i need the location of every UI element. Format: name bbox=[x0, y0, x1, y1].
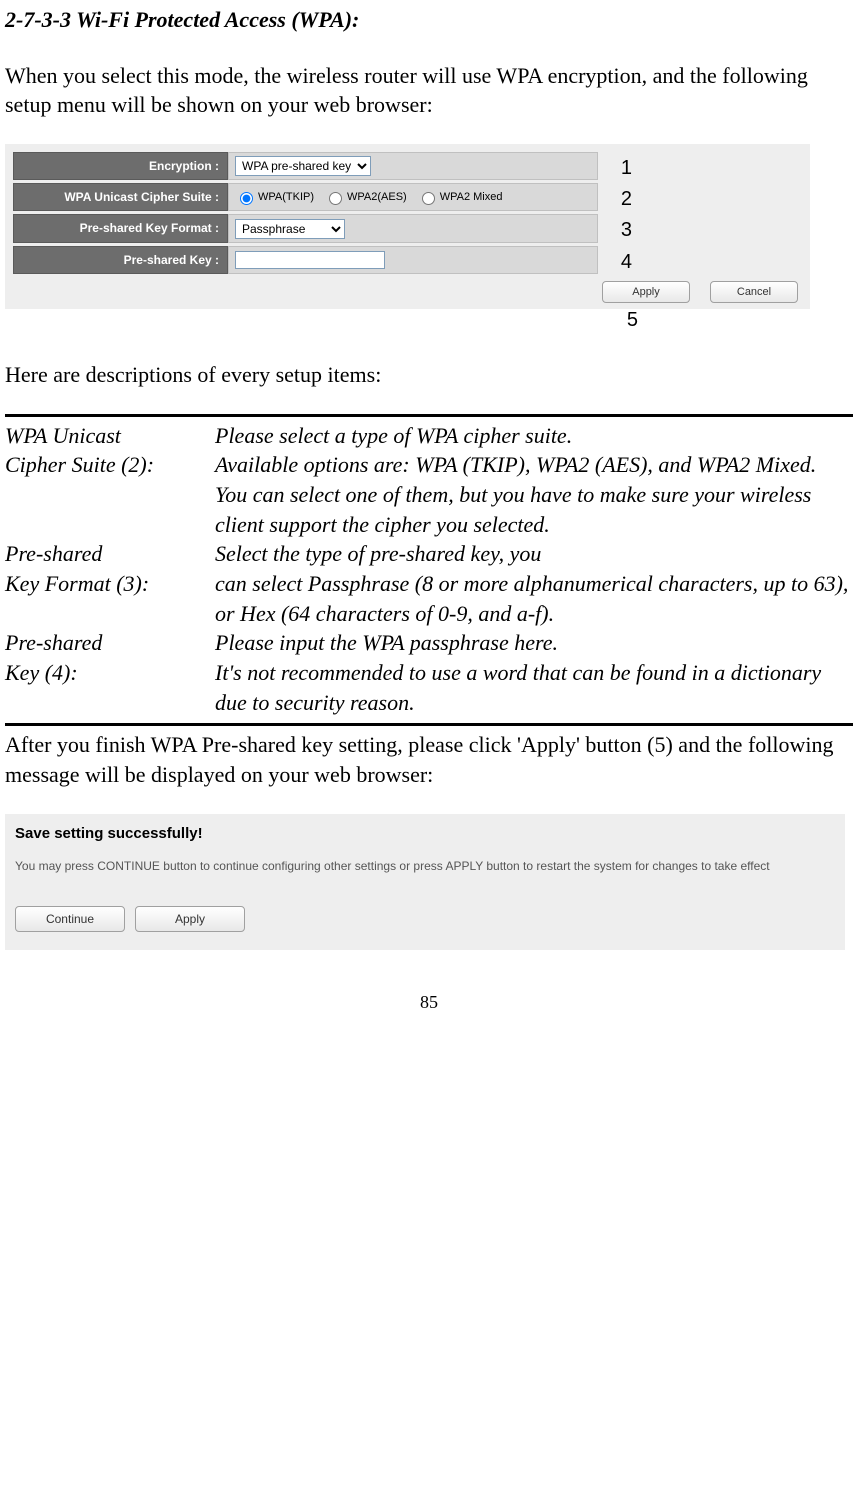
key-format-select[interactable]: Passphrase bbox=[235, 219, 345, 239]
save-button-row: Continue Apply bbox=[15, 906, 835, 932]
config-row-key-format: Pre-shared Key Format : Passphrase 3 bbox=[13, 214, 802, 242]
desc-right: Please input the WPA passphrase here. bbox=[215, 630, 558, 655]
apply-button[interactable]: Apply bbox=[602, 281, 690, 303]
table-row: Key (4): It's not recommended to use a w… bbox=[5, 658, 853, 717]
desc-right: It's not recommended to use a word that … bbox=[215, 660, 821, 715]
annot-2: 2 bbox=[621, 186, 632, 213]
save-success-panel: Save setting successfully! You may press… bbox=[5, 814, 845, 950]
table-row: Pre-shared Please input the WPA passphra… bbox=[5, 628, 853, 658]
section-title: 2-7-3-3 Wi-Fi Protected Access (WPA): bbox=[5, 5, 853, 35]
annot-4: 4 bbox=[621, 249, 632, 276]
table-row: Cipher Suite (2): Available options are:… bbox=[5, 450, 853, 539]
desc-left: WPA Unicast bbox=[5, 423, 121, 448]
wpa-config-panel: Encryption : WPA pre-shared key 1 WPA Un… bbox=[5, 144, 810, 309]
desc-right: Available options are: WPA (TKIP), WPA2 … bbox=[215, 452, 816, 536]
value-encryption: WPA pre-shared key bbox=[228, 152, 598, 180]
desc-right: can select Passphrase (8 or more alphanu… bbox=[215, 571, 848, 626]
radio-label-mixed: WPA2 Mixed bbox=[440, 190, 503, 205]
desc-left: Key Format (3): bbox=[5, 571, 149, 596]
desc-right: Please select a type of WPA cipher suite… bbox=[215, 423, 572, 448]
table-row: Pre-shared Select the type of pre-shared… bbox=[5, 539, 853, 569]
value-key-format: Passphrase bbox=[228, 214, 598, 242]
description-table: WPA Unicast Please select a type of WPA … bbox=[5, 421, 853, 718]
label-key: Pre-shared Key : bbox=[13, 246, 228, 274]
table-row: WPA Unicast Please select a type of WPA … bbox=[5, 421, 853, 451]
preshared-key-input[interactable] bbox=[235, 251, 385, 269]
desc-left: Pre-shared bbox=[5, 630, 102, 655]
rule-bottom bbox=[5, 723, 853, 726]
encryption-select[interactable]: WPA pre-shared key bbox=[235, 156, 371, 176]
radio-wpa2-mixed[interactable]: WPA2 Mixed bbox=[417, 189, 503, 205]
label-cipher: WPA Unicast Cipher Suite : bbox=[13, 183, 228, 211]
save-title: Save setting successfully! bbox=[15, 824, 835, 844]
config-row-key: Pre-shared Key : 4 bbox=[13, 246, 802, 274]
mid-paragraph: Here are descriptions of every setup ite… bbox=[5, 360, 853, 390]
annot-5: 5 bbox=[5, 307, 810, 334]
save-message: You may press CONTINUE button to continu… bbox=[15, 858, 835, 874]
desc-left: Pre-shared bbox=[5, 541, 102, 566]
label-encryption: Encryption : bbox=[13, 152, 228, 180]
continue-button[interactable]: Continue bbox=[15, 906, 125, 932]
radio-label-aes: WPA2(AES) bbox=[347, 190, 407, 205]
after-paragraph: After you finish WPA Pre-shared key sett… bbox=[5, 730, 853, 789]
intro-paragraph: When you select this mode, the wireless … bbox=[5, 61, 853, 120]
cancel-button[interactable]: Cancel bbox=[710, 281, 798, 303]
config-row-encryption: Encryption : WPA pre-shared key 1 bbox=[13, 152, 802, 180]
desc-left: Cipher Suite (2): bbox=[5, 452, 154, 477]
page-number: 85 bbox=[5, 990, 853, 1014]
label-key-format: Pre-shared Key Format : bbox=[13, 214, 228, 242]
radio-input-tkip[interactable] bbox=[240, 192, 253, 205]
desc-left: Key (4): bbox=[5, 660, 78, 685]
config-row-cipher: WPA Unicast Cipher Suite : WPA(TKIP) WPA… bbox=[13, 183, 802, 211]
config-button-row: Apply Cancel bbox=[13, 277, 802, 303]
table-row: Key Format (3): can select Passphrase (8… bbox=[5, 569, 853, 628]
radio-input-aes[interactable] bbox=[329, 192, 342, 205]
annot-1: 1 bbox=[621, 155, 632, 182]
value-key bbox=[228, 246, 598, 274]
radio-wpa-tkip[interactable]: WPA(TKIP) bbox=[235, 189, 314, 205]
radio-label-tkip: WPA(TKIP) bbox=[258, 190, 314, 205]
apply-button-2[interactable]: Apply bbox=[135, 906, 245, 932]
rule-top bbox=[5, 414, 853, 417]
radio-input-mixed[interactable] bbox=[422, 192, 435, 205]
value-cipher: WPA(TKIP) WPA2(AES) WPA2 Mixed bbox=[228, 183, 598, 211]
annot-3: 3 bbox=[621, 217, 632, 244]
radio-wpa2-aes[interactable]: WPA2(AES) bbox=[324, 189, 407, 205]
desc-right: Select the type of pre-shared key, you bbox=[215, 541, 541, 566]
